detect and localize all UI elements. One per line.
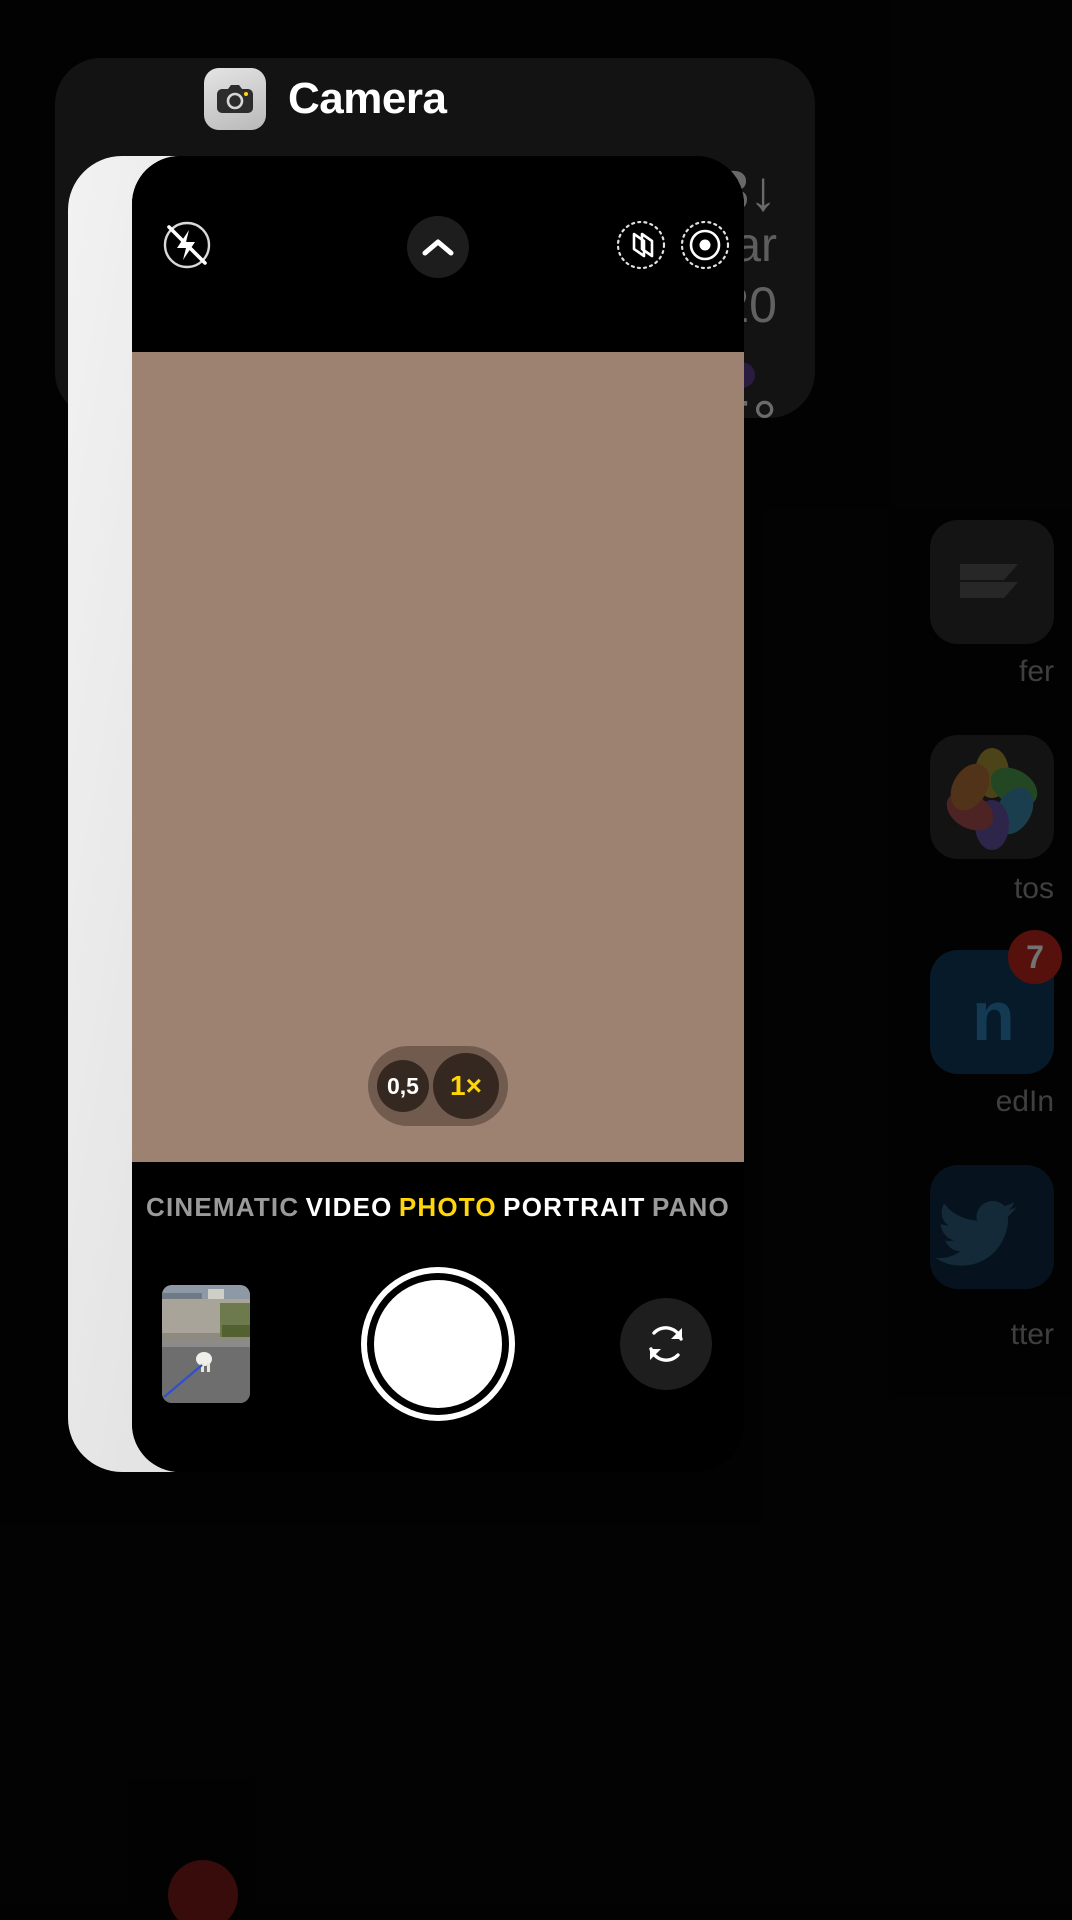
twitter-app-label: tter: [1010, 1318, 1054, 1351]
shutter-row: [132, 1252, 744, 1442]
photos-app-icon[interactable]: [930, 735, 1054, 859]
camera-top-bar: [132, 156, 744, 344]
mode-photo[interactable]: PHOTO: [399, 1192, 497, 1223]
zoom-option-0.5[interactable]: 0,5: [377, 1060, 429, 1112]
photographic-styles-icon[interactable]: [674, 214, 736, 276]
expand-controls-button[interactable]: [407, 216, 469, 278]
mode-selector[interactable]: CINEMATIC VIDEO PHOTO PORTRAIT PANO: [132, 1192, 744, 1223]
camera-icon: [204, 68, 266, 130]
svg-text:n: n: [972, 977, 1015, 1055]
camera-bottom-bar: CINEMATIC VIDEO PHOTO PORTRAIT PANO: [132, 1162, 744, 1472]
screen: 100 18↑ 13↓ par 20 5° fer: [0, 0, 1072, 1920]
mode-pano[interactable]: PANO: [652, 1192, 730, 1223]
linkedin-app-label: edIn: [995, 1085, 1054, 1118]
shutter-button[interactable]: [374, 1280, 502, 1408]
mode-cinematic[interactable]: CINEMATIC: [146, 1192, 299, 1223]
camera-viewfinder[interactable]: 0,5 1×: [132, 344, 744, 1162]
offer-app-icon[interactable]: [930, 520, 1054, 644]
live-photo-off-icon[interactable]: [610, 214, 672, 276]
photos-app-label: tos: [1013, 872, 1054, 905]
camera-app-card[interactable]: 0,5 1× CINEMATIC VIDEO PHOTO PORTRAIT PA…: [132, 156, 744, 1472]
chevron-up-icon: [422, 239, 454, 256]
flash-off-icon[interactable]: [156, 214, 218, 276]
zoom-control[interactable]: 0,5 1×: [368, 1046, 508, 1126]
mode-portrait[interactable]: PORTRAIT: [503, 1192, 645, 1223]
viewfinder-top-mask: [132, 344, 744, 352]
flip-camera-icon[interactable]: [620, 1298, 712, 1390]
mode-video[interactable]: VIDEO: [306, 1192, 393, 1223]
page-title: Camera: [288, 74, 447, 123]
offer-app-label: fer: [1018, 655, 1054, 688]
photo-thumbnail[interactable]: [162, 1285, 250, 1403]
bottom-partial-icon: [168, 1860, 238, 1920]
twitter-app-icon[interactable]: [930, 1165, 1054, 1289]
zoom-option-1x[interactable]: 1×: [433, 1053, 499, 1119]
linkedin-badge: 7: [1008, 930, 1062, 984]
app-switcher-header: Camera: [204, 68, 447, 130]
